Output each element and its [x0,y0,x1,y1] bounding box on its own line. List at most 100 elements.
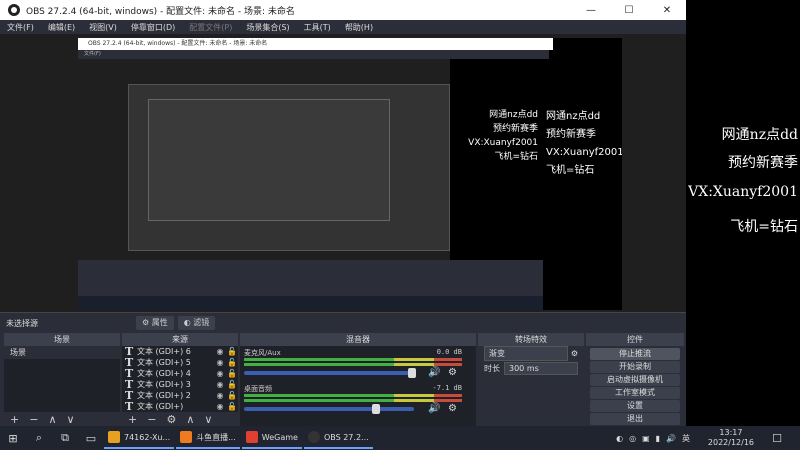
eye-icon[interactable]: ◉ [214,402,226,411]
scene-item[interactable]: 场景 [4,346,120,359]
maximize-button[interactable]: ☐ [610,0,648,20]
gear-icon[interactable]: ⚙ [448,403,457,414]
lock-icon[interactable]: 🔓 [226,380,238,389]
exit-button[interactable]: 退出 [590,413,680,425]
tray-icon[interactable]: ▣ [642,434,650,443]
fader-knob[interactable] [408,368,416,378]
properties-button[interactable]: ⚙ 属性 [136,316,174,330]
tray-icon[interactable]: ◐ [616,434,623,443]
add-source-icon[interactable]: + [128,413,137,426]
filters-button[interactable]: ◐ 滤镜 [177,316,216,330]
settings-button[interactable]: 设置 [590,400,680,412]
nested-overlay-line3: VX:Xuanyf2001 [468,138,538,148]
taskbar-app-74162[interactable]: 74162-Xu... [104,427,175,449]
windows-start-icon[interactable]: ⊞ [0,426,26,450]
source-item[interactable]: T 文本 (GDI+) 2 ◉ 🔓 [122,389,238,402]
lock-icon[interactable]: 🔓 [226,358,238,367]
duration-input[interactable]: 300 ms [504,362,578,375]
eye-icon[interactable]: ◉ [214,369,226,378]
file-explorer-icon[interactable]: ▭ [78,426,104,450]
channel-db: -7.1 dB [432,384,462,392]
network-icon[interactable]: ▮ [656,434,660,443]
eye-icon[interactable]: ◉ [214,358,226,367]
move-up-icon[interactable]: ∧ [186,413,194,426]
controls-body: 停止推流 开始录制 启动虚拟摄像机 工作室模式 设置 退出 [586,346,684,426]
source-item[interactable]: T 文本 (GDI+) 4 ◉ 🔓 [122,367,238,380]
fader-knob[interactable] [372,404,380,414]
add-scene-icon[interactable]: + [10,413,19,426]
volume-fader[interactable] [244,368,416,378]
menu-docks[interactable]: 停靠窗口(D) [124,22,182,33]
taskbar-app-douyu[interactable]: 斗鱼直播... [176,427,240,449]
transition-select[interactable]: 渐变 [484,346,568,361]
volume-fader[interactable] [244,404,414,414]
eye-icon[interactable]: ◉ [214,391,226,400]
taskbar-app-obs[interactable]: OBS 27.2... [303,427,373,449]
mixer-header: 混音器 [240,333,476,346]
tray-icon[interactable]: ◎ [629,434,636,443]
menu-edit[interactable]: 编辑(E) [41,22,82,33]
source-item[interactable]: T 文本 (GDI+) 3 ◉ 🔓 [122,378,238,391]
menu-file[interactable]: 文件(F) [0,22,41,33]
stop-streaming-button[interactable]: 停止推流 [590,348,680,360]
remove-scene-icon[interactable]: − [29,413,38,426]
preview-canvas[interactable]: OBS 27.2.4 (64-bit, windows) - 配置文件: 未命名… [78,38,622,310]
source-name: 文本 (GDI+) 2 [137,391,191,400]
volume-icon[interactable]: 🔊 [666,434,676,443]
task-view-icon[interactable]: ⧉ [52,426,78,450]
search-icon[interactable]: ⌕ [26,426,52,450]
lock-icon[interactable]: 🔓 [226,391,238,400]
level-meter [244,358,462,361]
overlay-line1: 网通nz点dd [721,127,798,143]
scenes-list: 场景 [4,346,120,412]
move-down-icon[interactable]: ∨ [67,413,75,426]
speaker-icon[interactable]: 🔊 [428,367,440,378]
source-toolbar: 未选择源 ⚙ 属性 ◐ 滤镜 [0,312,686,333]
speaker-icon[interactable]: 🔊 [428,403,440,414]
nested-preview-innermost [148,99,390,221]
taskbar-clock[interactable]: 13:17 2022/12/16 [708,428,754,448]
source-item[interactable]: T 文本 (GDI+) ◉ 🔓 [122,400,238,413]
eye-icon[interactable]: ◉ [214,380,226,389]
close-button[interactable]: ✕ [648,0,686,20]
nested-overlay-text: 网通nz点dd 预约新赛季 VX:Xuanyf2001 飞机=钻石 [450,108,538,164]
mixer-channel-desktop: 桌面音频 -7.1 dB 🔊 ⚙ [240,382,476,418]
move-up-icon[interactable]: ∧ [48,413,56,426]
canvas-overlay-line3: VX:Xuanyf2001 [546,147,622,158]
menu-tools[interactable]: 工具(T) [297,22,338,33]
input-language[interactable]: 英 [682,433,690,444]
source-item[interactable]: T 文本 (GDI+) 6 ◉ 🔓 [122,345,238,358]
transitions-body: 渐变 ⚙ 时长 300 ms [478,346,584,426]
source-item[interactable]: T 文本 (GDI+) 5 ◉ 🔓 [122,356,238,369]
nested-overlay-line1: 网通nz点dd [489,110,538,120]
virtual-camera-button[interactable]: 启动虚拟摄像机 [590,374,680,386]
lock-icon[interactable]: 🔓 [226,402,238,411]
gear-icon[interactable]: ⚙ [448,367,457,378]
taskbar-app-wegame[interactable]: WeGame [241,427,302,449]
menu-scene-collection[interactable]: 场景集合(S) [239,22,296,33]
lock-icon[interactable]: 🔓 [226,369,238,378]
menu-help[interactable]: 帮助(H) [338,22,380,33]
source-settings-icon[interactable]: ⚙ [166,413,176,426]
channel-db: 0.0 dB [436,348,462,356]
transition-settings-icon[interactable]: ⚙ [571,349,578,358]
app-icon [108,431,120,443]
mixer-panel: 混音器 麦克风/Aux 0.0 dB 🔊 ⚙ 桌面音频 -7.1 dB 🔊 ⚙ [240,333,476,426]
lock-icon[interactable]: 🔓 [226,347,238,356]
nested-menu-bar: 文件(F) [78,50,549,59]
window-title: OBS 27.2.4 (64-bit, windows) - 配置文件: 未命名… [26,6,295,17]
menu-view[interactable]: 视图(V) [82,22,124,33]
remove-source-icon[interactable]: − [147,413,156,426]
nested-overlay-line4: 飞机=钻石 [494,152,538,162]
transition-row: 渐变 ⚙ [478,346,584,361]
canvas-overlay-text: 网通nz点dd 预约新赛季 VX:Xuanyf2001 飞机=钻石 [546,108,622,180]
app-label: WeGame [261,432,298,442]
move-down-icon[interactable]: ∨ [204,413,212,426]
menu-profile[interactable]: 配置文件(P) [182,22,239,33]
start-recording-button[interactable]: 开始录制 [590,361,680,373]
notification-icon[interactable]: ☐ [764,426,790,450]
sources-list: T 文本 (GDI+) 6 ◉ 🔓 T 文本 (GDI+) 5 ◉ 🔓 T 文本 (GDI+)… [122,345,238,413]
studio-mode-button[interactable]: 工作室模式 [590,387,680,399]
minimize-button[interactable]: — [572,0,610,20]
eye-icon[interactable]: ◉ [214,347,226,356]
